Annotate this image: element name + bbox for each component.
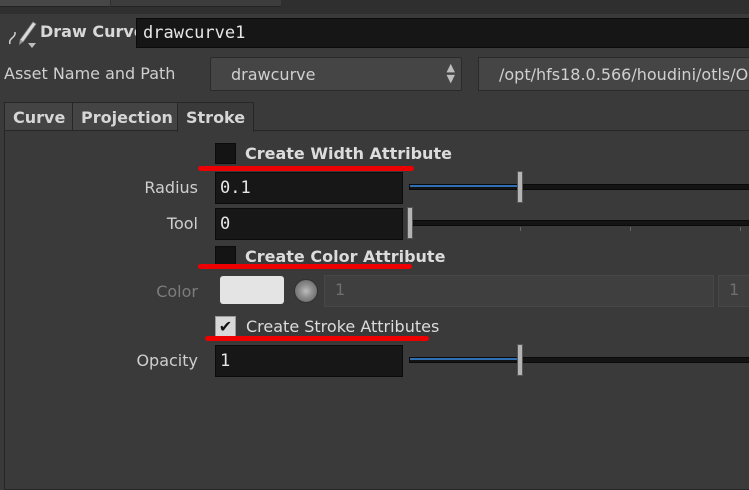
node-name-field[interactable]: drawcurve1: [136, 18, 749, 48]
radius-slider-fill: [410, 185, 520, 187]
create-stroke-attributes-checkbox[interactable]: ✔: [215, 316, 236, 337]
color-value-field-1[interactable]: 1: [324, 275, 714, 307]
color-wheel-icon[interactable]: [294, 279, 318, 303]
create-width-attribute-checkbox[interactable]: [215, 143, 236, 164]
tab-curve[interactable]: Curve: [4, 102, 75, 131]
tool-slider-track[interactable]: [409, 220, 749, 226]
top-tab-remnant[interactable]: [111, 0, 281, 7]
asset-name-path-label: Asset Name and Path: [4, 64, 176, 83]
opacity-slider-track[interactable]: [409, 357, 749, 363]
radius-slider-handle[interactable]: [517, 171, 523, 203]
radius-label: Radius: [144, 178, 198, 197]
color-value-field-2[interactable]: 1: [718, 275, 749, 307]
tool-field[interactable]: 0: [215, 208, 403, 240]
radius-slider-track[interactable]: [409, 184, 749, 190]
asset-path-field[interactable]: /opt/hfs18.0.566/houdini/otls/OPl: [478, 57, 749, 91]
radius-field[interactable]: 0.1: [215, 172, 403, 204]
opacity-label: Opacity: [136, 351, 198, 370]
tab-projection[interactable]: Projection: [72, 102, 182, 131]
red-annotation-underline: [205, 336, 429, 341]
asset-name-value: drawcurve: [231, 65, 316, 84]
tab-stroke[interactable]: Stroke: [177, 102, 255, 132]
opacity-field[interactable]: 1: [215, 345, 403, 377]
top-tab-strip: [0, 0, 749, 14]
up-down-arrows-icon: ▲ ▼: [446, 61, 455, 85]
red-annotation-underline: [198, 264, 412, 269]
create-stroke-attributes-label: Create Stroke Attributes: [246, 317, 440, 336]
opacity-slider-handle[interactable]: [517, 344, 523, 376]
tool-label: Tool: [166, 214, 198, 233]
asset-name-dropdown[interactable]: drawcurve ▲ ▼: [210, 57, 462, 91]
draw-curve-icon[interactable]: [6, 18, 40, 50]
opacity-slider-fill: [410, 358, 520, 360]
color-swatch[interactable]: [220, 276, 284, 304]
slider-tick: [520, 227, 521, 231]
asset-path-value: /opt/hfs18.0.566/houdini/otls/OPl: [499, 65, 749, 84]
slider-tick: [630, 227, 631, 231]
slider-tick: [740, 227, 741, 231]
color-label: Color: [156, 282, 198, 301]
red-annotation-underline: [198, 166, 414, 171]
create-width-attribute-label: Create Width Attribute: [245, 144, 452, 163]
node-type-label: Draw Curve: [40, 22, 145, 41]
top-tab-remnant[interactable]: [0, 0, 110, 7]
tool-slider-handle[interactable]: [407, 207, 413, 239]
